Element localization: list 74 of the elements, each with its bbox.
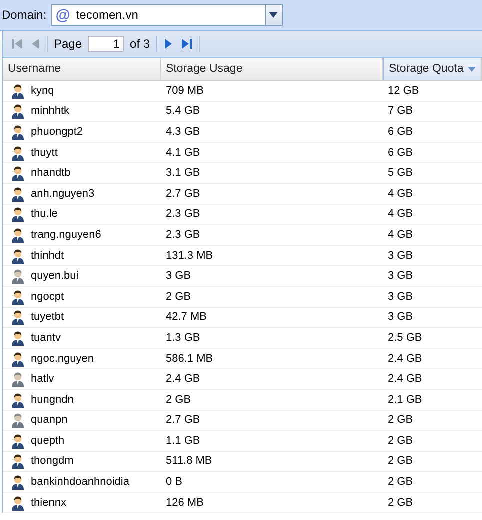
usage-cell-text: 0 B <box>165 476 184 488</box>
last-page-icon[interactable] <box>181 37 194 51</box>
page-count: of 3 <box>130 37 150 51</box>
username-cell: thinhdt <box>31 250 64 262</box>
usage-cell-text: 2.4 GB <box>165 373 202 386</box>
quota-cell-text: 6 GB <box>387 146 414 159</box>
username-cell: thongdm <box>31 455 74 468</box>
usage-cell-text: 4.3 GB <box>165 126 202 138</box>
username-cell: ngocpt <box>31 290 64 303</box>
quota-cell-text: 7 GB <box>387 105 414 118</box>
usage-cell-text: 126 MB <box>165 496 205 509</box>
usage-cell-text: 709 MB <box>165 84 205 97</box>
username-cell: phuongpt2 <box>31 126 83 138</box>
quota-cell-text: 2.1 GB <box>387 394 424 406</box>
usage-cell-text: 511.8 MB <box>165 455 214 468</box>
username-cell: hungndn <box>31 394 74 406</box>
usage-cell-text: 5.4 GB <box>165 105 202 118</box>
caret-icon <box>269 12 278 18</box>
username-cell: thu.le <box>31 208 58 220</box>
at-sign-icon: @ <box>52 6 76 24</box>
username-cell: tuantv <box>31 332 61 344</box>
usage-cell-text: 2.7 GB <box>165 414 202 426</box>
username-cell: thiennx <box>31 496 66 509</box>
username-cell: ngoc.nguyen <box>31 352 94 365</box>
quota-cell-text: 4 GB <box>387 228 414 241</box>
quota-cell-text: 2 GB <box>387 496 414 509</box>
username-cell: thuytt <box>31 146 58 159</box>
usage-cell-text: 1.1 GB <box>165 434 202 447</box>
username-cell: nhandtb <box>31 167 71 180</box>
quota-cell-text: 3 GB <box>387 270 414 282</box>
username-cell: minhhtk <box>31 105 70 118</box>
quota-cell-text: 12 GB <box>387 84 420 97</box>
usage-cell-text: 4.1 GB <box>165 146 202 159</box>
quota-cell-text: 2 GB <box>387 434 414 447</box>
page-input[interactable]: 1 <box>88 36 124 52</box>
usage-cell-text: 3.1 GB <box>165 167 202 180</box>
usage-cell-text: 586.1 MB <box>165 352 214 365</box>
domain-label: Domain: <box>2 8 47 22</box>
usage-cell-text: 2 GB <box>165 290 192 303</box>
quota-cell-text: 2 GB <box>387 414 414 426</box>
quota-cell-text: 4 GB <box>387 208 414 220</box>
usage-cell-text: 131.3 MB <box>165 250 214 262</box>
usage-cell-text: 3 GB <box>165 270 192 282</box>
usage-cell-text: 2.7 GB <box>165 188 202 200</box>
quota-cell-text: 2 GB <box>387 455 414 468</box>
username-cell: trang.nguyen6 <box>31 228 102 241</box>
usage-cell-text: 1.3 GB <box>165 332 202 344</box>
quota-cell-text: 2 GB <box>387 476 414 488</box>
sort-descending-icon <box>468 66 476 72</box>
usage-cell-text: 2.3 GB <box>165 228 202 241</box>
quota-cell-text: 6 GB <box>387 126 414 138</box>
quota-cell-text: 3 GB <box>387 290 414 303</box>
username-cell: anh.nguyen3 <box>31 188 95 200</box>
quota-cell-text: 5 GB <box>387 167 414 180</box>
username-cell: bankinhdoanhnoidia <box>31 476 130 488</box>
column-header[interactable]: Username <box>3 58 161 80</box>
usage-cell-text: 2 GB <box>165 394 192 406</box>
usage-cell-text: 2.3 GB <box>165 208 202 220</box>
username-cell: quepth <box>31 434 65 447</box>
quota-cell-text: 2.5 GB <box>387 332 424 344</box>
username-cell: quanpn <box>31 414 68 426</box>
quota-cell-text: 4 GB <box>387 188 414 200</box>
username-cell: quyen.bui <box>31 270 79 282</box>
page-label: Page <box>54 37 82 51</box>
username-cell: tuyetbt <box>31 311 64 324</box>
column-header[interactable]: Storage Quota <box>383 58 482 80</box>
quota-cell-text: 3 GB <box>387 311 414 324</box>
quota-cell-text: 3 GB <box>387 250 414 262</box>
quota-cell-text: 2.4 GB <box>387 352 424 365</box>
domain-dropdown[interactable]: @ tecomen.vn <box>50 4 283 26</box>
quota-cell-text: 2.4 GB <box>387 373 424 386</box>
usage-cell-text: 42.7 MB <box>165 311 208 324</box>
username-cell: kynq <box>31 84 54 97</box>
username-cell: hatlv <box>31 373 54 386</box>
